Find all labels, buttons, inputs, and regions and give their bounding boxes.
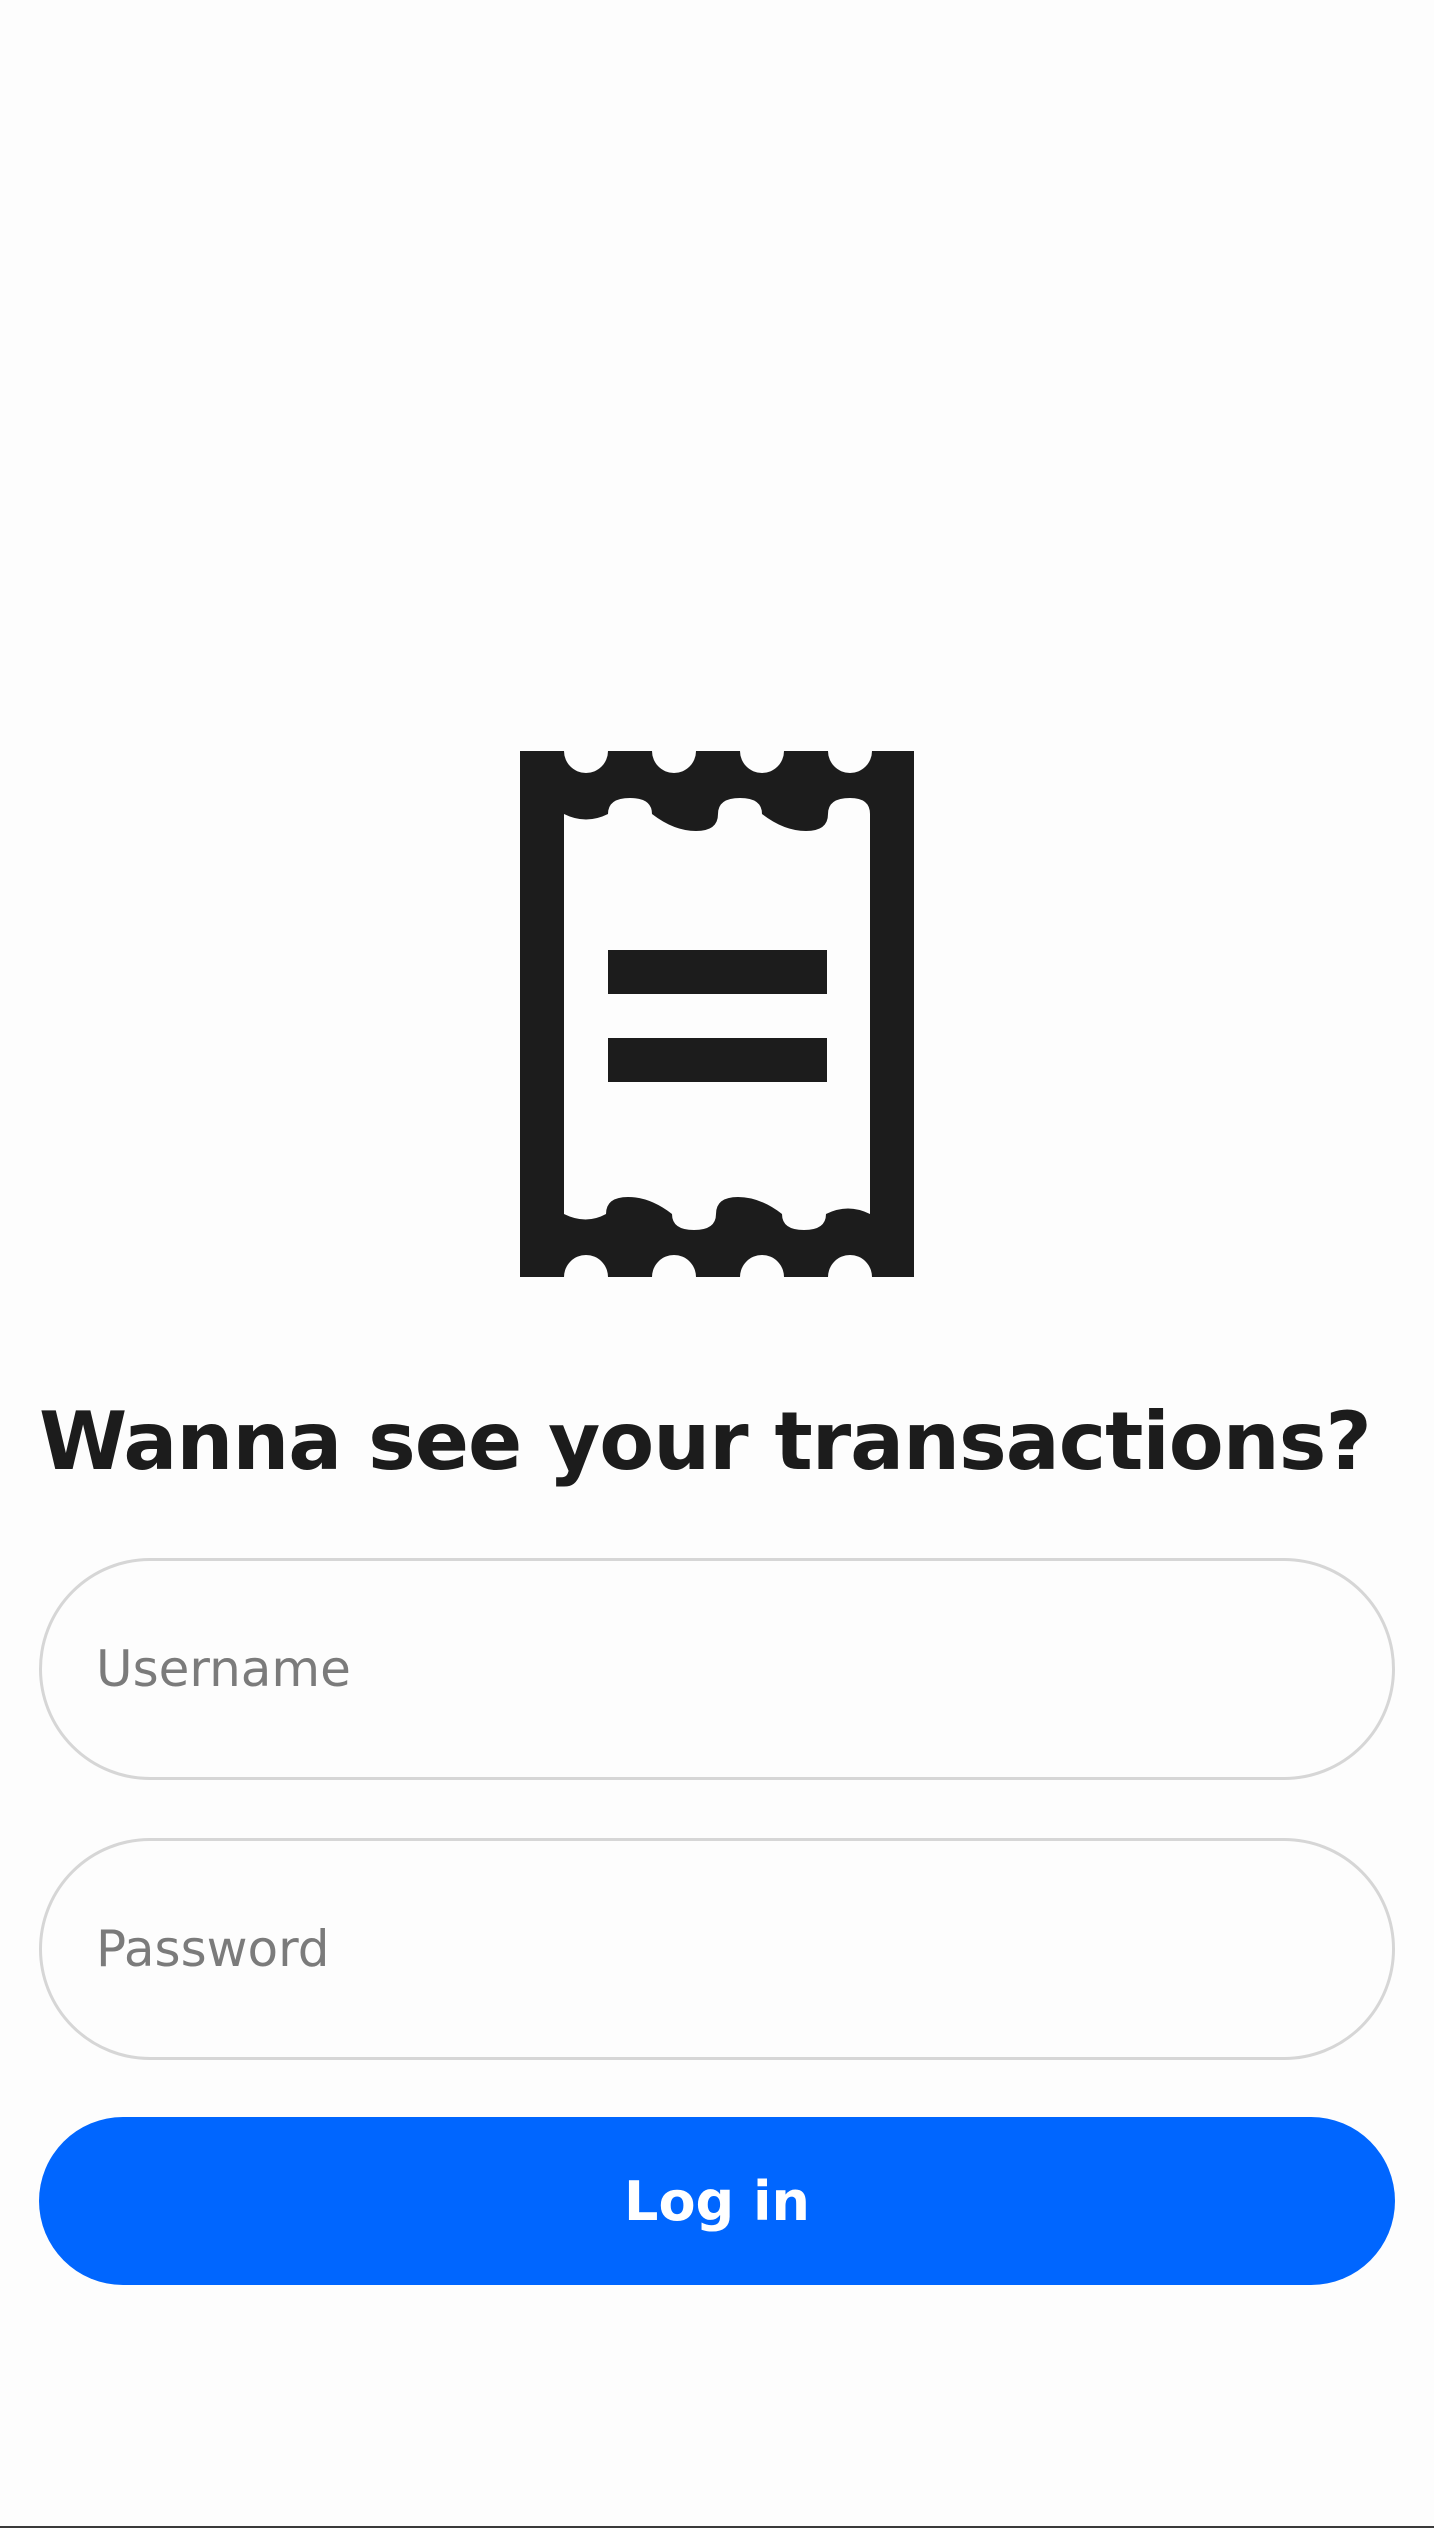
page-title: Wanna see your transactions? bbox=[39, 1395, 1372, 1488]
login-button[interactable]: Log in bbox=[39, 2117, 1395, 2285]
login-screen: Wanna see your transactions? Log in bbox=[0, 0, 1434, 2528]
receipt-icon bbox=[520, 751, 914, 1277]
password-input[interactable] bbox=[39, 1838, 1395, 2060]
username-input[interactable] bbox=[39, 1558, 1395, 1780]
